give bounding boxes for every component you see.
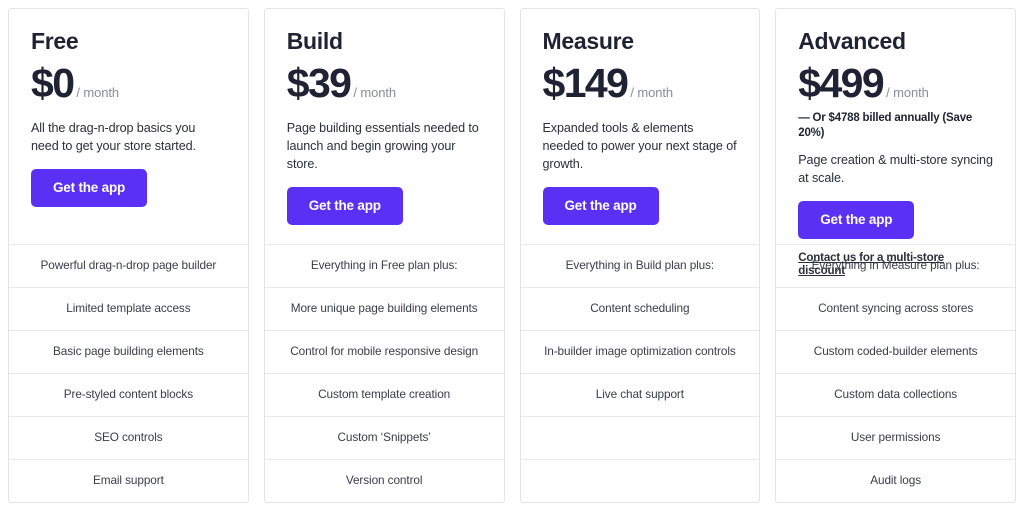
feature-label: Basic page building elements	[53, 344, 204, 359]
plan-card-free: Free $0/ month All the drag-n-drop basics …	[8, 8, 249, 503]
get-the-app-button[interactable]: Get the app	[31, 169, 148, 207]
plan-name: Free	[31, 28, 79, 54]
plan-annual-billing-note: — Or $4788 billed annually (Save 20%)	[798, 112, 973, 140]
feature-row: Live chat support	[520, 373, 760, 416]
plan-name: Build	[286, 28, 343, 54]
feature-label: More unique page building elements	[290, 301, 478, 316]
plan-description: Page creation & multi-store syncing at s…	[798, 153, 993, 186]
plan-price-period: / month	[76, 85, 120, 101]
feature-row	[520, 459, 760, 502]
plan-price-period: / month	[630, 85, 673, 101]
feature-label: Email support	[92, 473, 164, 488]
feature-label: Everything in Free plan plus:	[310, 258, 458, 273]
feature-row: Version control	[264, 459, 504, 502]
feature-row: Custom template creation	[264, 373, 504, 416]
feature-row: Content scheduling	[520, 287, 760, 330]
feature-label: Custom coded-builder elements	[813, 344, 978, 359]
plan-card-build: Build $39/ month Page building essentials …	[263, 8, 505, 503]
feature-row: Email support	[9, 459, 248, 502]
plan-description: Expanded tools & elements needed to powe…	[542, 121, 737, 172]
feature-label: Limited template access	[66, 301, 191, 316]
feature-row	[520, 416, 760, 459]
plan-card-advanced: Advanced $499/ month — Or $4788 billed ann…	[775, 8, 1016, 503]
feature-label: Content scheduling	[590, 301, 690, 316]
feature-label: Control for mobile responsive design	[290, 344, 479, 359]
feature-label: Audit logs	[870, 473, 922, 488]
plan-feature-list-measure: Everything in Build plan plus: Content sc…	[520, 244, 760, 502]
feature-row: Custom data collections	[776, 373, 1015, 416]
plan-price-amount: $149	[542, 60, 629, 107]
feature-label: Everything in Build plan plus:	[565, 258, 715, 273]
plan-cta-wrapper: Get the app	[31, 169, 226, 207]
get-the-app-button[interactable]: Get the app	[286, 187, 403, 225]
feature-label: Powerful drag-n-drop page builder	[40, 258, 217, 273]
feature-row: Pre-styled content blocks	[9, 373, 248, 416]
plan-price-period: / month	[353, 85, 397, 101]
feature-row: Everything in Build plan plus:	[520, 244, 760, 287]
feature-label: In-builder image optimization controls	[544, 344, 736, 359]
feature-label: SEO controls	[94, 430, 163, 445]
plan-price-row: $499/ month	[798, 60, 993, 107]
feature-row: SEO controls	[9, 416, 248, 459]
plan-cta-wrapper: Get the app	[542, 187, 738, 225]
plan-cta-wrapper: Get the app	[798, 201, 993, 239]
feature-row: User permissions	[776, 416, 1015, 459]
plan-header-free: Free $0/ month All the drag-n-drop basics …	[9, 9, 248, 244]
feature-label: Pre-styled content blocks	[63, 387, 194, 402]
feature-row: Basic page building elements	[9, 330, 248, 373]
feature-label: Custom ‘Snippets’	[337, 430, 431, 445]
feature-label: Everything in Measure plan plus:	[811, 258, 980, 273]
plan-feature-list-build: Everything in Free plan plus: More unique…	[264, 244, 504, 502]
plan-header-measure: Measure $149/ month Expanded tools & eleme…	[521, 9, 760, 244]
plan-description: All the drag-n-drop basics you need to g…	[31, 121, 196, 154]
plan-name: Advanced	[798, 28, 906, 54]
plan-card-measure: Measure $149/ month Expanded tools & eleme…	[519, 8, 761, 503]
feature-label: Version control	[345, 473, 423, 488]
feature-row: Powerful drag-n-drop page builder	[9, 244, 248, 287]
plan-name: Measure	[542, 28, 635, 54]
feature-row: In-builder image optimization controls	[520, 330, 760, 373]
feature-row: Audit logs	[776, 459, 1015, 502]
feature-label: Live chat support	[595, 387, 684, 402]
feature-row: Content syncing across stores	[776, 287, 1015, 330]
plan-description: Page building essentials needed to launc…	[286, 121, 479, 172]
feature-row: Limited template access	[9, 287, 248, 330]
plan-price-amount: $39	[286, 60, 352, 107]
feature-row: Custom ‘Snippets’	[264, 416, 504, 459]
plan-price-amount: $0	[31, 60, 75, 107]
plan-header-build: Build $39/ month Page building essentials …	[265, 9, 504, 244]
plan-price-period: / month	[886, 85, 929, 101]
plan-feature-list-advanced: Everything in Measure plan plus: Content …	[776, 244, 1015, 502]
get-the-app-button[interactable]: Get the app	[542, 187, 659, 225]
feature-label: Custom template creation	[318, 387, 451, 402]
feature-label: User permissions	[850, 430, 941, 445]
pricing-plan-grid: Free $0/ month All the drag-n-drop basics …	[0, 0, 1024, 511]
feature-row: Custom coded-builder elements	[776, 330, 1015, 373]
feature-row: Control for mobile responsive design	[264, 330, 504, 373]
feature-row: Everything in Measure plan plus:	[776, 244, 1015, 287]
feature-label: Content syncing across stores	[818, 301, 974, 316]
feature-row: Everything in Free plan plus:	[264, 244, 504, 287]
plan-price-row: $0/ month	[31, 60, 226, 107]
get-the-app-button[interactable]: Get the app	[798, 201, 915, 239]
feature-label: Custom data collections	[834, 387, 958, 402]
plan-price-amount: $499	[798, 60, 884, 107]
plan-price-row: $39/ month	[287, 60, 482, 107]
plan-cta-wrapper: Get the app	[286, 187, 482, 225]
plan-header-advanced: Advanced $499/ month — Or $4788 billed ann…	[776, 9, 1015, 277]
feature-row: More unique page building elements	[264, 287, 504, 330]
plan-feature-list-free: Powerful drag-n-drop page builder Limited…	[9, 244, 248, 502]
plan-price-row: $149/ month	[543, 60, 738, 107]
